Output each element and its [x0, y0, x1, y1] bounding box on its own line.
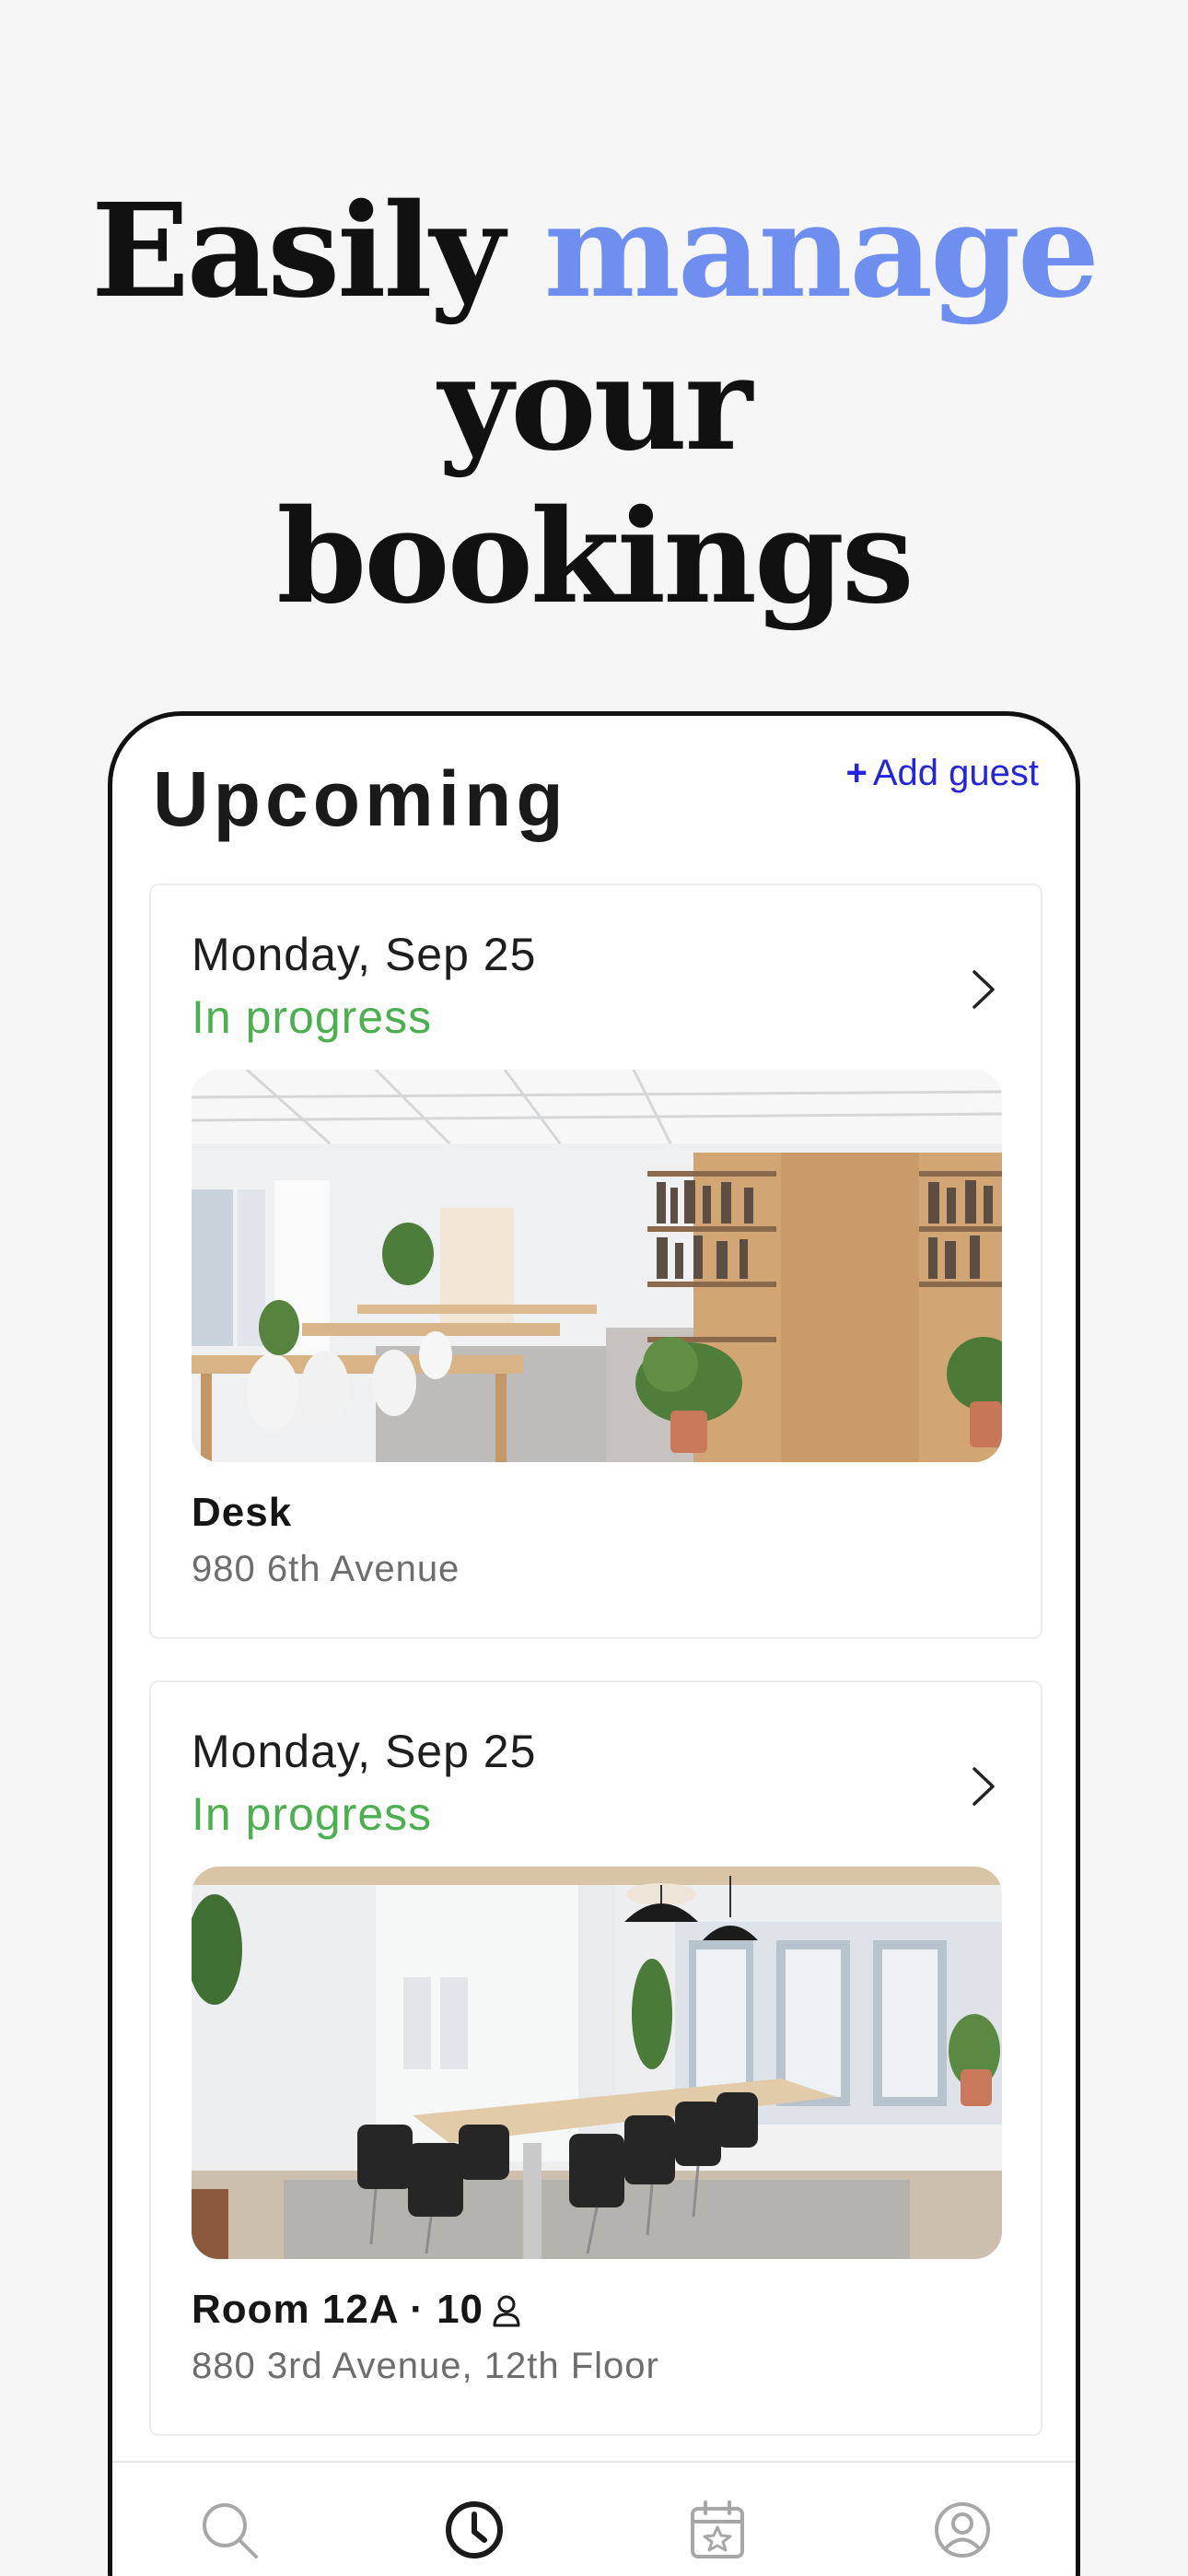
clock-icon[interactable]: [442, 2498, 507, 2562]
headline-part2: your: [437, 329, 752, 480]
booking-card[interactable]: Monday, Sep 25 In progress: [149, 884, 1042, 1639]
headline-part1: Easily: [90, 176, 544, 327]
booking-status: In progress: [192, 991, 433, 1043]
chevron-right-icon[interactable]: [963, 966, 1004, 1013]
booking-date: Monday, Sep 25: [192, 1726, 537, 1777]
headline-line2: bookings: [276, 482, 914, 633]
page-title: Upcoming: [153, 755, 568, 842]
open-office-desk-photo: [192, 1070, 1002, 1462]
calendar-star-icon[interactable]: [685, 2498, 750, 2562]
booking-name-text: Room 12A · 10: [192, 2287, 484, 2332]
add-guest-label: Add guest: [872, 753, 1039, 793]
chevron-right-icon[interactable]: [963, 1763, 1004, 1809]
booking-name: Room 12A · 10: [192, 2287, 522, 2333]
booking-card[interactable]: Monday, Sep 25 In progress: [149, 1680, 1042, 2436]
booking-address: 980 6th Avenue: [192, 1549, 460, 1589]
booking-date: Monday, Sep 25: [192, 929, 537, 980]
add-guest-button[interactable]: + Add guest: [846, 753, 1040, 794]
person-icon: [493, 2295, 520, 2327]
headline-accent: manage: [543, 176, 1100, 327]
headline: Easily manage your bookings: [0, 175, 1188, 634]
page: Easily manage your bookings Upcoming + Ad…: [0, 0, 1188, 2576]
conference-room-photo: [192, 1867, 1002, 2259]
booking-address: 880 3rd Avenue, 12th Floor: [192, 2346, 659, 2386]
phone-frame: Upcoming + Add guest Monday, Sep 25 In pr…: [108, 711, 1080, 2576]
tab-bar: [112, 2461, 1076, 2576]
search-icon[interactable]: [197, 2498, 262, 2562]
booking-status: In progress: [192, 1788, 433, 1840]
plus-icon: +: [845, 753, 868, 793]
booking-name: Desk: [192, 1490, 293, 1535]
profile-icon[interactable]: [930, 2498, 995, 2562]
